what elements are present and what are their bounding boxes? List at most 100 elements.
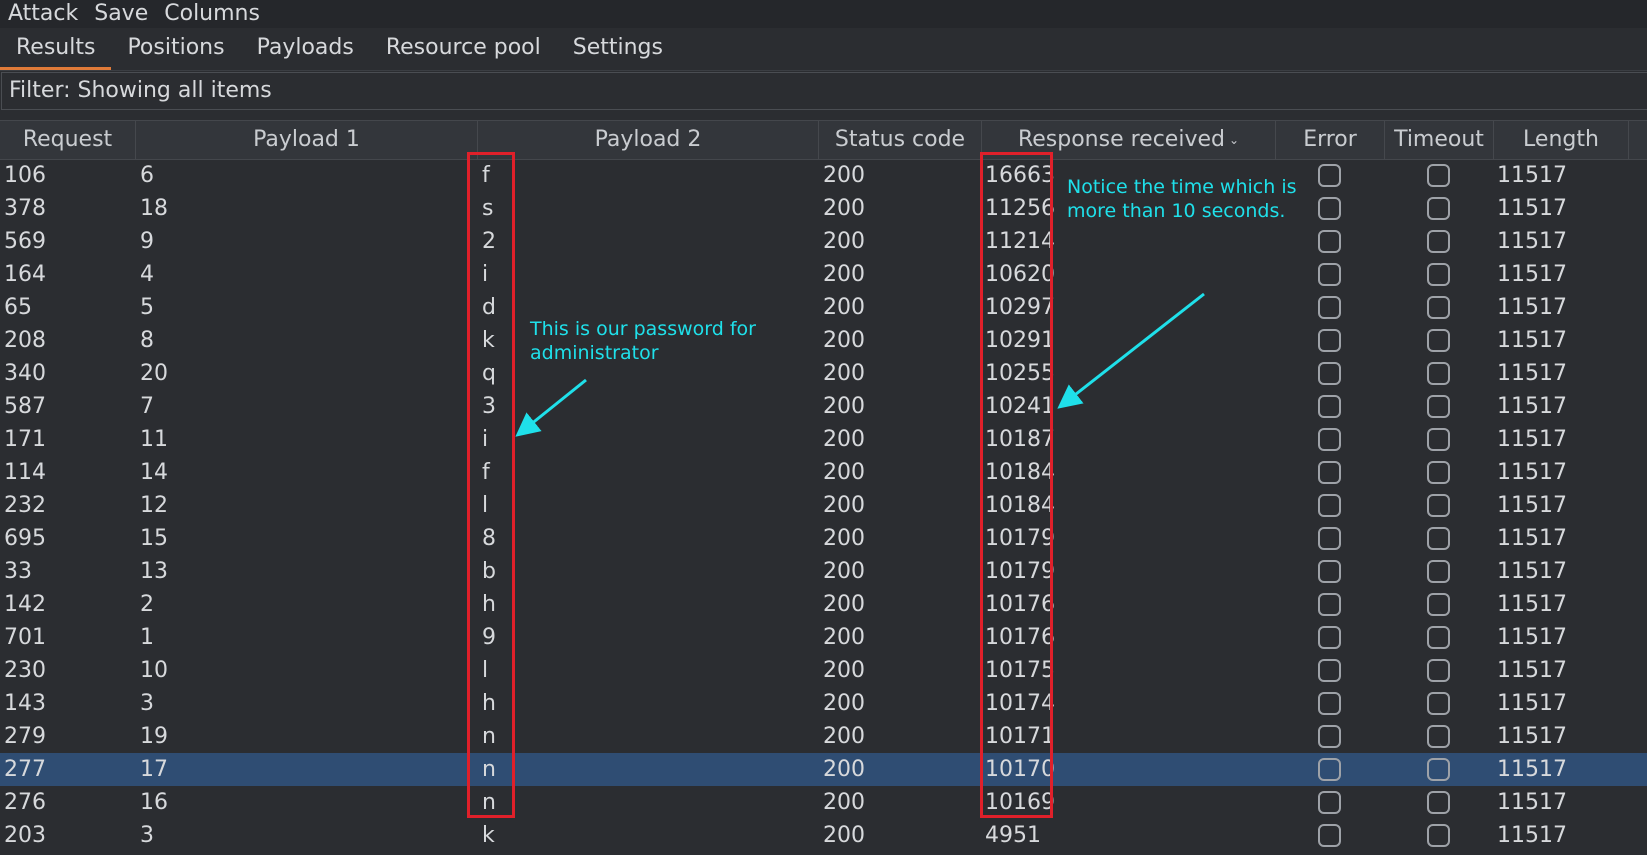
error-checkbox[interactable] <box>1318 362 1341 385</box>
menu-save[interactable]: Save <box>86 2 156 26</box>
menu-columns[interactable]: Columns <box>156 2 268 26</box>
cell-response-received: 10176 <box>985 592 1055 617</box>
time-note-line-1: Notice the time which is <box>1067 176 1297 198</box>
cell-payload-1: 15 <box>140 526 168 551</box>
timeout-checkbox[interactable] <box>1427 230 1450 253</box>
cell-request: 232 <box>4 493 46 518</box>
column-header-length[interactable]: Length <box>1494 121 1629 159</box>
timeout-checkbox[interactable] <box>1427 428 1450 451</box>
error-checkbox[interactable] <box>1318 461 1341 484</box>
table-row[interactable]: 276 16 n 200 10169 11517 <box>0 786 1647 819</box>
timeout-checkbox[interactable] <box>1427 791 1450 814</box>
timeout-checkbox[interactable] <box>1427 197 1450 220</box>
error-checkbox[interactable] <box>1318 494 1341 517</box>
table-row[interactable]: 587 7 3 200 10241 11517 <box>0 390 1647 423</box>
table-row[interactable]: 114 14 f 200 10184 11517 <box>0 456 1647 489</box>
cell-length: 11517 <box>1497 724 1567 749</box>
table-row[interactable]: 695 15 8 200 10179 11517 <box>0 522 1647 555</box>
timeout-checkbox[interactable] <box>1427 692 1450 715</box>
error-checkbox[interactable] <box>1318 263 1341 286</box>
cell-status-code: 200 <box>823 526 865 551</box>
error-checkbox[interactable] <box>1318 527 1341 550</box>
cell-payload-1: 7 <box>140 394 154 419</box>
column-header-error[interactable]: Error <box>1276 121 1385 159</box>
error-checkbox[interactable] <box>1318 428 1341 451</box>
error-checkbox[interactable] <box>1318 692 1341 715</box>
timeout-checkbox[interactable] <box>1427 296 1450 319</box>
timeout-checkbox[interactable] <box>1427 263 1450 286</box>
table-row[interactable]: 340 20 q 200 10255 11517 <box>0 357 1647 390</box>
table-row[interactable]: 143 3 h 200 10174 11517 <box>0 687 1647 720</box>
table-row[interactable]: 279 19 n 200 10171 11517 <box>0 720 1647 753</box>
cell-length: 11517 <box>1497 592 1567 617</box>
table-row[interactable]: 106 6 f 200 16663 11517 <box>0 159 1647 192</box>
timeout-checkbox[interactable] <box>1427 527 1450 550</box>
timeout-checkbox[interactable] <box>1427 329 1450 352</box>
column-header-payload-2[interactable]: Payload 2 <box>478 121 819 159</box>
cell-payload-1: 14 <box>140 460 168 485</box>
timeout-checkbox[interactable] <box>1427 164 1450 187</box>
tab-positions[interactable]: Positions <box>111 34 240 70</box>
cell-request: 142 <box>4 592 46 617</box>
timeout-checkbox[interactable] <box>1427 725 1450 748</box>
cell-payload-2: d <box>482 295 496 320</box>
tab-results[interactable]: Results <box>0 34 112 70</box>
table-row[interactable]: 569 9 2 200 11214 11517 <box>0 225 1647 258</box>
cell-payload-1: 3 <box>140 823 154 848</box>
timeout-checkbox[interactable] <box>1427 362 1450 385</box>
error-checkbox[interactable] <box>1318 164 1341 187</box>
error-checkbox[interactable] <box>1318 329 1341 352</box>
table-row[interactable]: 277 17 n 200 10170 11517 <box>0 753 1647 786</box>
error-checkbox[interactable] <box>1318 725 1341 748</box>
cell-response-received: 10179 <box>985 526 1055 551</box>
error-checkbox[interactable] <box>1318 230 1341 253</box>
timeout-checkbox[interactable] <box>1427 626 1450 649</box>
timeout-checkbox[interactable] <box>1427 494 1450 517</box>
cell-payload-2: h <box>482 691 496 716</box>
table-row[interactable]: 232 12 l 200 10184 11517 <box>0 489 1647 522</box>
cell-payload-1: 11 <box>140 427 168 452</box>
error-checkbox[interactable] <box>1318 758 1341 781</box>
table-row[interactable]: 701 1 9 200 10176 11517 <box>0 621 1647 654</box>
timeout-checkbox[interactable] <box>1427 659 1450 682</box>
timeout-checkbox[interactable] <box>1427 560 1450 583</box>
cell-payload-2: 2 <box>482 229 496 254</box>
column-header-response-received[interactable]: Response received ⌄ <box>982 121 1276 159</box>
column-header-status-code[interactable]: Status code <box>819 121 982 159</box>
table-row[interactable]: 142 2 h 200 10176 11517 <box>0 588 1647 621</box>
timeout-checkbox[interactable] <box>1427 461 1450 484</box>
error-checkbox[interactable] <box>1318 197 1341 220</box>
column-header-request[interactable]: Request <box>0 121 136 159</box>
cell-response-received: 10620 <box>985 262 1055 287</box>
error-checkbox[interactable] <box>1318 659 1341 682</box>
tab-resource-pool[interactable]: Resource pool <box>370 34 557 70</box>
timeout-checkbox[interactable] <box>1427 395 1450 418</box>
table-row[interactable]: 378 18 s 200 11256 11517 <box>0 192 1647 225</box>
table-row[interactable]: 33 13 b 200 10179 11517 <box>0 555 1647 588</box>
table-row[interactable]: 203 3 k 200 4951 11517 <box>0 819 1647 852</box>
menu-attack[interactable]: Attack <box>0 2 86 26</box>
cell-request: 208 <box>4 328 46 353</box>
tab-settings[interactable]: Settings <box>557 34 679 70</box>
table-row[interactable]: 208 8 k 200 10291 11517 <box>0 324 1647 357</box>
error-checkbox[interactable] <box>1318 296 1341 319</box>
error-checkbox[interactable] <box>1318 626 1341 649</box>
table-row[interactable]: 230 10 l 200 10175 11517 <box>0 654 1647 687</box>
error-checkbox[interactable] <box>1318 593 1341 616</box>
error-checkbox[interactable] <box>1318 791 1341 814</box>
cell-status-code: 200 <box>823 361 865 386</box>
timeout-checkbox[interactable] <box>1427 758 1450 781</box>
tab-payloads[interactable]: Payloads <box>241 34 370 70</box>
error-checkbox[interactable] <box>1318 560 1341 583</box>
column-header-timeout[interactable]: Timeout <box>1385 121 1494 159</box>
timeout-checkbox[interactable] <box>1427 593 1450 616</box>
cell-status-code: 200 <box>823 592 865 617</box>
error-checkbox[interactable] <box>1318 824 1341 847</box>
table-row[interactable]: 171 11 i 200 10187 11517 <box>0 423 1647 456</box>
error-checkbox[interactable] <box>1318 395 1341 418</box>
filter-bar[interactable]: Filter: Showing all items <box>1 72 1647 110</box>
timeout-checkbox[interactable] <box>1427 824 1450 847</box>
column-header-payload-1[interactable]: Payload 1 <box>136 121 478 159</box>
table-row[interactable]: 65 5 d 200 10297 11517 <box>0 291 1647 324</box>
table-row[interactable]: 164 4 i 200 10620 11517 <box>0 258 1647 291</box>
